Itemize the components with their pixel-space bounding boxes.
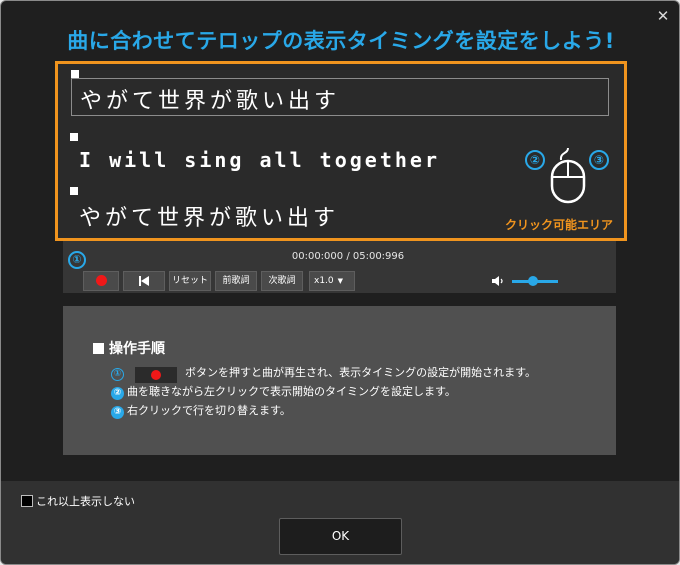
line-marker: [71, 70, 79, 78]
click-area[interactable]: やがて世界が歌い出す I will sing all together やがて世…: [55, 61, 627, 241]
speaker-icon[interactable]: [491, 275, 505, 287]
right-click-number: ③: [589, 150, 609, 170]
ok-button[interactable]: OK: [279, 518, 402, 555]
instruction-step-2: ② 曲を聴きながら左クリックで表示開始のタイミングを設定します。: [111, 383, 456, 400]
mouse-icon: [550, 147, 586, 204]
left-click-number: ②: [525, 150, 545, 170]
line-marker: [70, 187, 78, 195]
instructions-panel: 操作手順 ① ボタンを押すと曲が再生され、表示タイミングの設定が開始されます。 ②…: [63, 306, 616, 455]
click-area-label: クリック可能エリア: [504, 218, 613, 232]
record-button[interactable]: [83, 271, 119, 291]
time-display: 00:00:000 / 05:00:996: [291, 251, 405, 262]
step-text: ボタンを押すと曲が再生され、表示タイミングの設定が開始されます。: [185, 366, 537, 379]
skip-back-button[interactable]: [123, 271, 165, 291]
reset-button[interactable]: リセット: [169, 271, 211, 291]
step-number: ②: [111, 387, 124, 400]
speed-value: x1.0: [314, 276, 334, 286]
instruction-step-3: ③ 右クリックで行を切り替えます。: [111, 402, 291, 419]
lyric-text: やがて世界が歌い出す: [80, 89, 341, 114]
dialog-footer: これ以上表示しない OK: [1, 481, 679, 564]
volume-slider-handle[interactable]: [527, 276, 538, 286]
step-1-number: ①: [68, 251, 86, 269]
instruction-step-1: ① ボタンを押すと曲が再生され、表示タイミングの設定が開始されます。: [111, 364, 536, 383]
next-lyric-button[interactable]: 次歌詞: [261, 271, 303, 291]
step-number: ③: [111, 406, 124, 419]
step-number: ①: [111, 368, 124, 381]
player-bar: ① 00:00:000 / 05:00:996 リセット 前歌詞 次歌詞 x1.…: [63, 241, 616, 293]
record-icon: [95, 275, 107, 286]
lyric-line-1[interactable]: やがて世界が歌い出す: [71, 70, 609, 116]
headline: 曲に合わせてテロップの表示タイミングを設定をしよう!: [67, 29, 615, 53]
lyric-text: やがて世界が歌い出す: [79, 206, 340, 231]
mouse-hint: ② ③: [525, 146, 611, 206]
checkbox-box[interactable]: [21, 495, 33, 507]
lyric-text: I will sing all together: [79, 148, 440, 172]
dont-show-again-label: これ以上表示しない: [36, 495, 135, 508]
prev-lyric-button[interactable]: 前歌詞: [215, 271, 257, 291]
record-icon: [151, 370, 161, 380]
line-marker: [70, 133, 78, 141]
instructions-title: 操作手順: [93, 338, 165, 358]
dont-show-again-checkbox[interactable]: これ以上表示しない: [21, 493, 135, 509]
square-bullet-icon: [93, 343, 104, 354]
record-button-illustration: [135, 367, 177, 383]
step-text: 曲を聴きながら左クリックで表示開始のタイミングを設定します。: [127, 385, 456, 398]
timing-tutorial-dialog: ✕ 曲に合わせてテロップの表示タイミングを設定をしよう! やがて世界が歌い出す …: [0, 0, 680, 565]
chevron-down-icon: ▼: [337, 277, 344, 285]
skip-back-icon: [139, 276, 149, 286]
step-text: 右クリックで行を切り替えます。: [127, 404, 291, 417]
close-button[interactable]: ✕: [652, 6, 674, 26]
speed-select[interactable]: x1.0 ▼: [309, 271, 355, 291]
